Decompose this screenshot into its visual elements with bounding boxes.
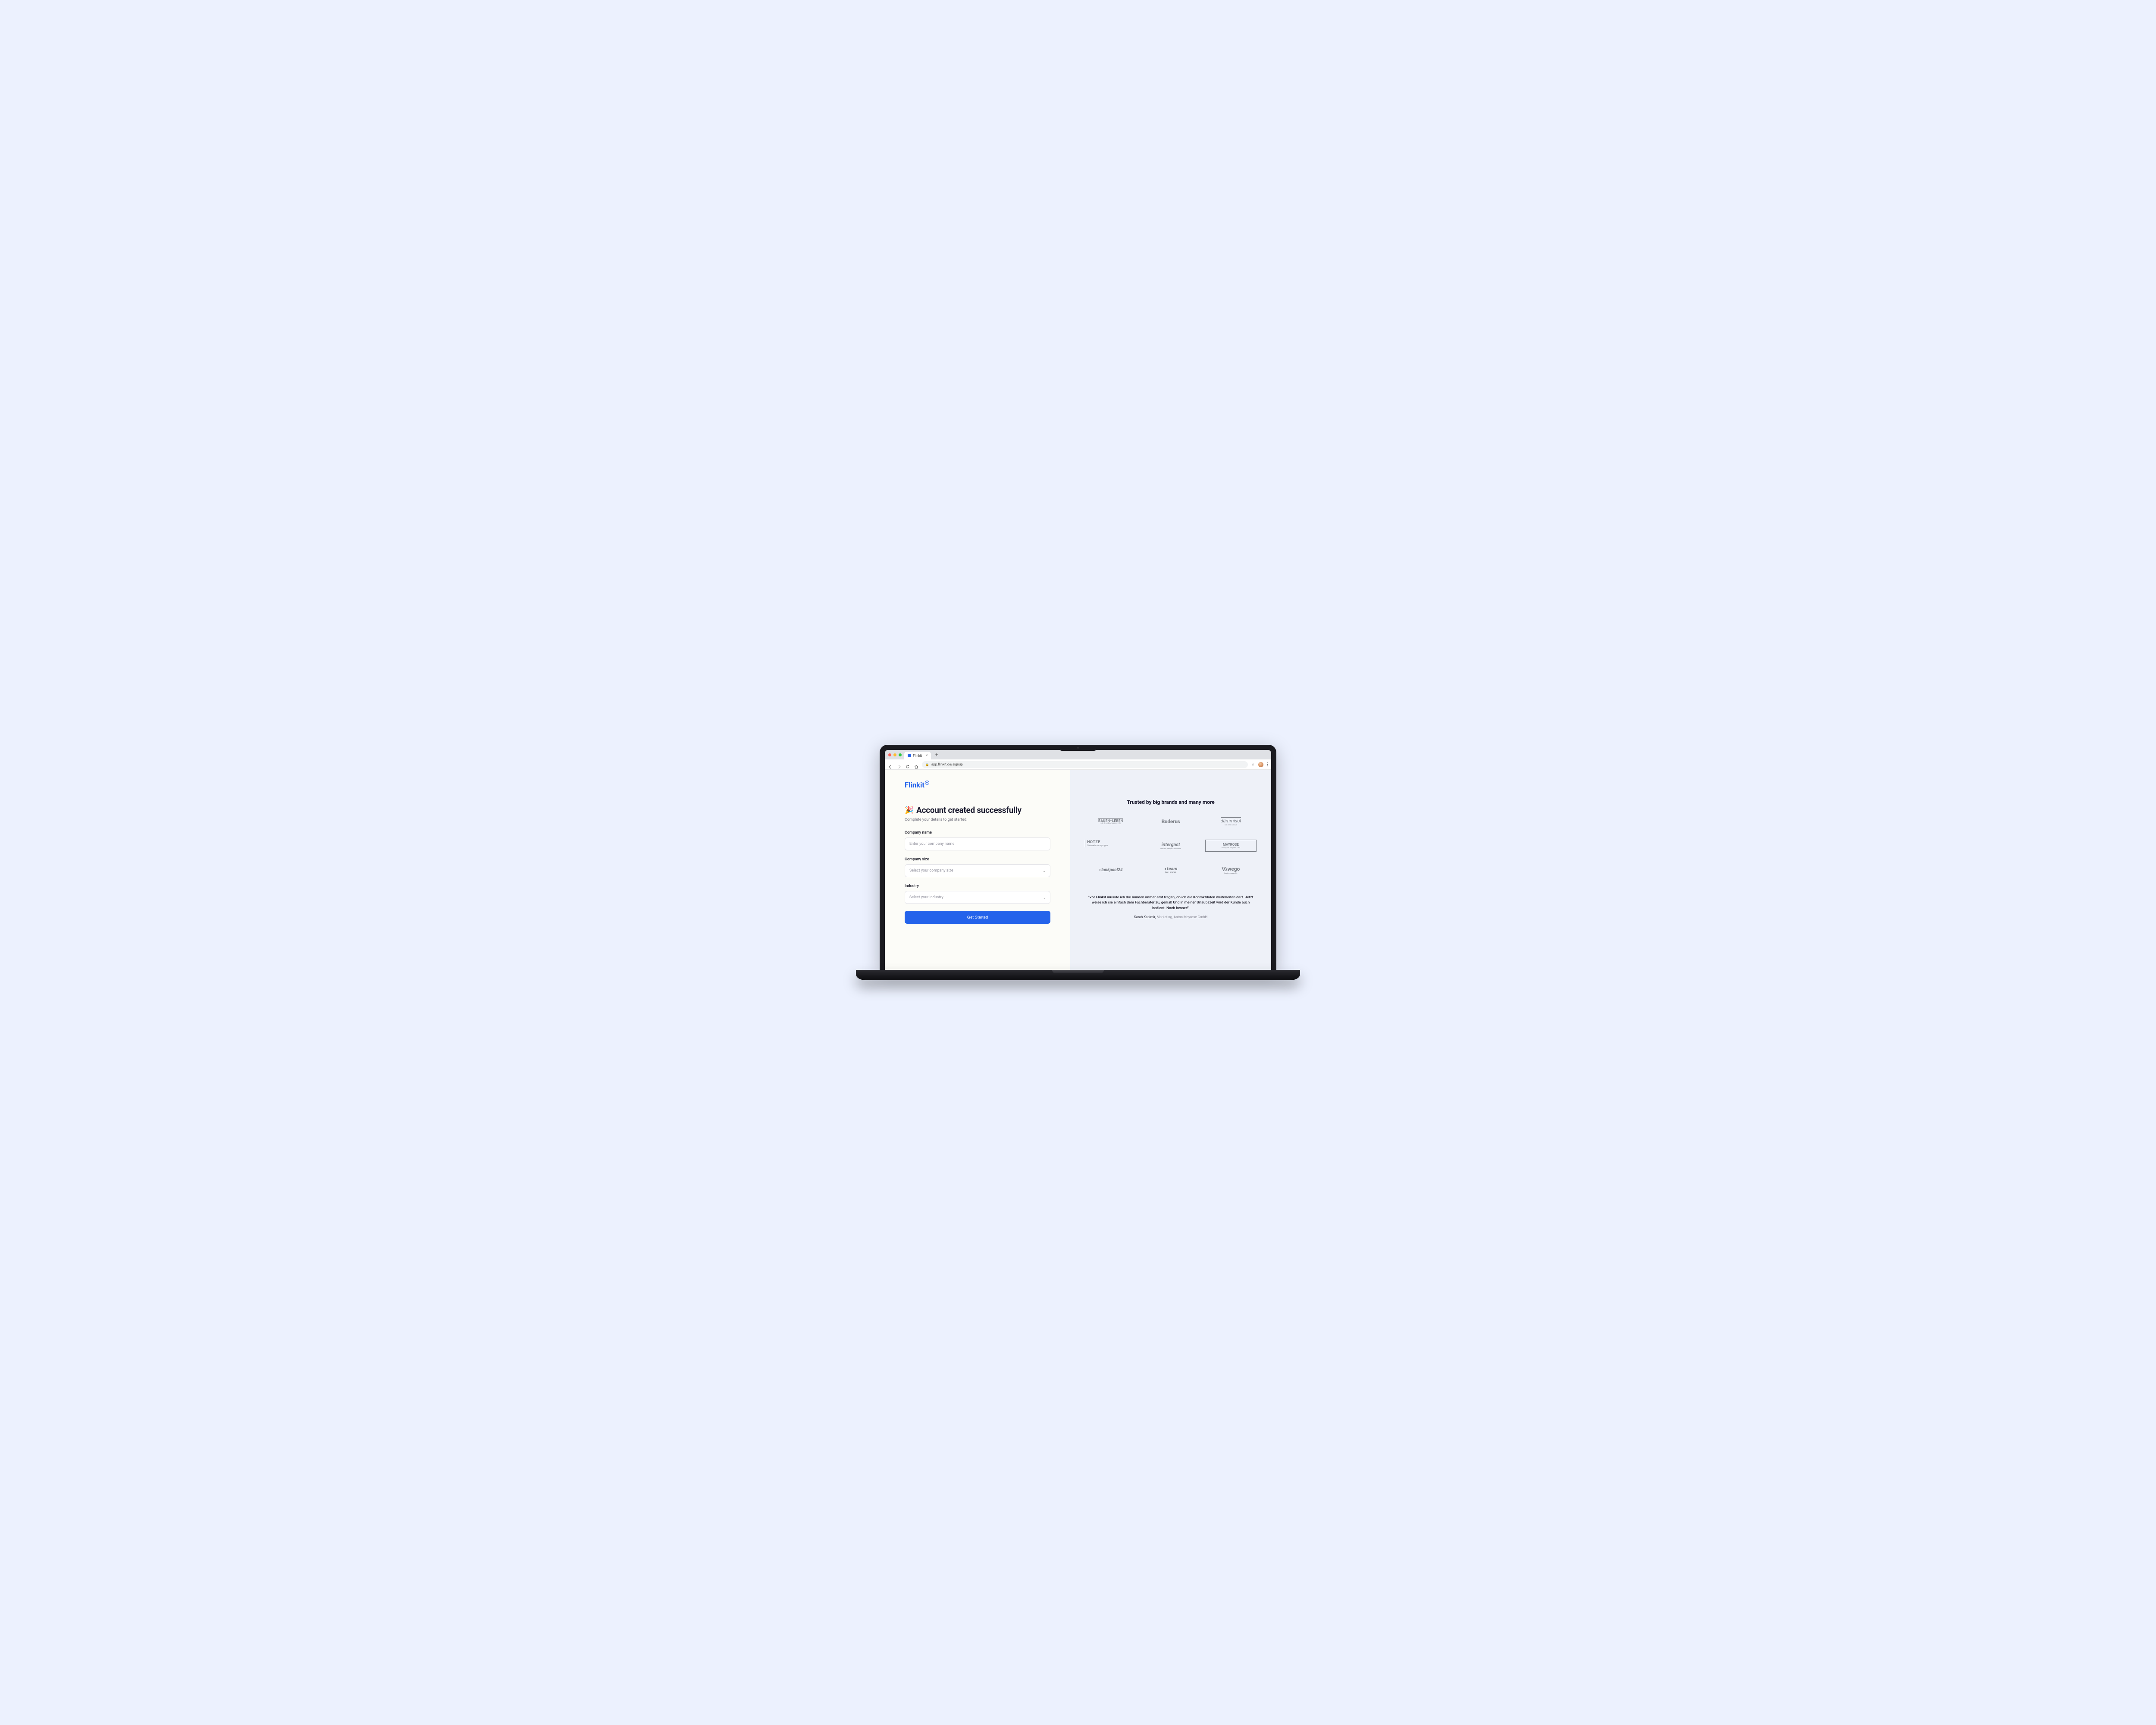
- company-size-group: Company size Select your company size ⌄: [905, 857, 1050, 877]
- laptop-frame: Flinkit × +: [880, 745, 1276, 980]
- logo-text: HOTZE: [1087, 840, 1100, 844]
- browser-toolbar: 🔒 app.flinkit.de/signup ☆: [885, 759, 1271, 770]
- author-name: Sarah Kasimir,: [1134, 915, 1157, 919]
- trusted-heading: Trusted by big brands and many more: [1082, 799, 1259, 805]
- brand-logo-wego: \\\wego Systembaustoffe: [1205, 864, 1257, 876]
- logo-text: BAUEN+LEBEN: [1098, 818, 1123, 823]
- url-text: app.flinkit.de/signup: [931, 762, 963, 766]
- page-heading-row: 🎉 Account created successfully: [905, 805, 1050, 815]
- logo-plus-icon: +: [925, 781, 929, 785]
- logo-subtext: IHR BAUFACHHANDEL: [1100, 823, 1121, 825]
- testimonial: "Vor Flinkit musste ich die Kunden immer…: [1082, 895, 1259, 919]
- brand-logo-bauenleben: BAUEN+LEBEN IHR BAUFACHHANDEL: [1085, 815, 1136, 828]
- testimonial-quote: "Vor Flinkit musste ich die Kunden immer…: [1087, 895, 1254, 911]
- reload-icon[interactable]: [906, 762, 910, 767]
- company-name-placeholder: Enter your company name: [909, 842, 954, 846]
- brand-logo-team: ◗team bau · energie: [1145, 864, 1196, 876]
- industry-placeholder: Select your industry: [909, 895, 943, 900]
- logo-text: team: [1167, 866, 1177, 872]
- company-size-select[interactable]: Select your company size ⌄: [905, 864, 1050, 877]
- app-page: Flinkit + 🎉 Account created successfully…: [885, 770, 1271, 970]
- testimonial-author: Sarah Kasimir, Marketing, Anton Mayrose …: [1087, 915, 1254, 919]
- kebab-menu-icon[interactable]: [1267, 762, 1268, 766]
- onboarding-form: Company name Enter your company name Com…: [905, 831, 1050, 924]
- industry-select[interactable]: Select your industry ⌄: [905, 891, 1050, 904]
- window-controls: [888, 753, 902, 756]
- forward-icon[interactable]: [897, 762, 901, 767]
- logo-subtext: bau · energie: [1165, 872, 1176, 874]
- home-icon[interactable]: [914, 762, 918, 767]
- logo-subtext: und den Rezept Kundennah: [1160, 847, 1181, 850]
- brand-logo-intergast: intergast und den Rezept Kundennah: [1145, 840, 1196, 852]
- company-name-label: Company name: [905, 831, 1050, 835]
- brand-logo-buderus: Buderus: [1145, 815, 1196, 828]
- logo-text: dämmisol: [1221, 817, 1241, 824]
- company-name-input[interactable]: Enter your company name: [905, 837, 1050, 850]
- brand-logo-mayrose: MAYROSE Hausgaus für jedes Dart: [1205, 840, 1257, 852]
- back-icon[interactable]: [888, 762, 893, 767]
- laptop-screen: Flinkit × +: [880, 745, 1276, 970]
- logo-subtext: Hausgaus für jedes Dart: [1222, 847, 1240, 849]
- industry-group: Industry Select your industry ⌄: [905, 884, 1050, 904]
- lock-icon: 🔒: [925, 763, 929, 766]
- company-size-placeholder: Select your company size: [909, 869, 953, 873]
- author-role: Marketing, Anton Mayrose GmbH: [1156, 915, 1207, 919]
- logo-subtext: Systembaustoffe: [1224, 872, 1237, 874]
- logo-subtext: Unternehmensgruppe: [1087, 844, 1108, 847]
- page-title: Account created successfully: [916, 805, 1022, 815]
- chevron-down-icon: ⌄: [1043, 869, 1046, 873]
- brand-logo-tankpool: ◗tankpool24: [1085, 864, 1136, 876]
- brand-logo-hotze: HOTZE Unternehmensgruppe: [1085, 840, 1136, 847]
- browser-tab[interactable]: Flinkit ×: [904, 752, 931, 759]
- company-size-label: Company size: [905, 857, 1050, 862]
- toolbar-right-icons: ☆: [1251, 762, 1268, 767]
- logo-text: wego: [1227, 866, 1240, 872]
- profile-avatar[interactable]: [1258, 762, 1263, 767]
- industry-label: Industry: [905, 884, 1050, 888]
- brand-logo-grid: BAUEN+LEBEN IHR BAUFACHHANDEL Buderus dä…: [1082, 815, 1259, 876]
- logo-text: Flinkit: [905, 781, 924, 790]
- page-subtitle: Complete your details to get started.: [905, 818, 1050, 822]
- logo-text: Buderus: [1162, 819, 1180, 825]
- get-started-button[interactable]: Get Started: [905, 911, 1050, 924]
- new-tab-button[interactable]: +: [934, 752, 940, 758]
- company-name-group: Company name Enter your company name: [905, 831, 1050, 850]
- tab-favicon-icon: [908, 754, 911, 757]
- window-maximize-icon[interactable]: [899, 753, 902, 756]
- brand-logo-dammisol: dämmisol DIE WAS DRAUS: [1205, 815, 1257, 828]
- logo-text: MAYROSE: [1223, 843, 1239, 847]
- window-close-icon[interactable]: [888, 753, 891, 756]
- logo-text: tankpool24: [1101, 868, 1122, 872]
- nav-icons: [888, 762, 918, 767]
- logo-text: intergast: [1162, 842, 1180, 847]
- laptop-base: [856, 970, 1300, 980]
- chevron-down-icon: ⌄: [1043, 896, 1046, 900]
- laptop-notch: [1059, 745, 1097, 751]
- bookmark-star-icon[interactable]: ☆: [1251, 762, 1255, 767]
- tab-strip: Flinkit × +: [885, 750, 1271, 759]
- browser-window: Flinkit × +: [885, 750, 1271, 970]
- tab-title: Flinkit: [913, 754, 922, 758]
- url-bar[interactable]: 🔒 app.flinkit.de/signup: [922, 761, 1248, 768]
- window-minimize-icon[interactable]: [893, 753, 896, 756]
- trust-panel: Trusted by big brands and many more BAUE…: [1070, 770, 1271, 970]
- party-popper-icon: 🎉: [905, 806, 914, 815]
- logo-subtext: DIE WAS DRAUS: [1225, 824, 1237, 826]
- tab-close-icon[interactable]: ×: [925, 753, 928, 758]
- app-logo: Flinkit +: [905, 781, 1050, 790]
- form-panel: Flinkit + 🎉 Account created successfully…: [885, 770, 1070, 970]
